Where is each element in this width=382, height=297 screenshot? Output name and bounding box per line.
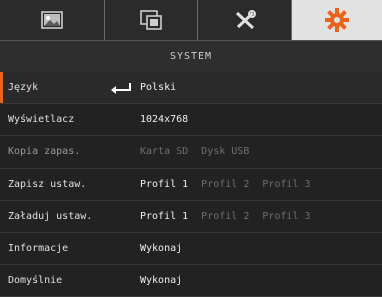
menu-row-label: Załaduj ustaw. (8, 210, 93, 222)
display-settings-icon (140, 10, 162, 30)
option-group: Profil 1 Profil 2 Profil 3 (140, 211, 311, 222)
menu-row[interactable]: Załaduj ustaw. Profil 1 Profil 2 Profil 3 (0, 200, 382, 233)
menu-row-label: Domyślnie (8, 275, 63, 287)
option-value[interactable]: 1024x768 (140, 114, 188, 125)
menu-row[interactable]: Wyświetlacz 1024x768 (0, 104, 382, 137)
tab-bar (0, 0, 382, 40)
menu-row[interactable]: Język Polski (0, 72, 382, 105)
option-group: 1024x768 (140, 114, 188, 125)
option-group: Karta SD Dysk USB (140, 146, 249, 157)
option-value[interactable]: Profil 2 (201, 211, 249, 222)
option-value[interactable]: Wykonaj (140, 243, 182, 254)
option-value[interactable]: Profil 3 (262, 179, 310, 190)
option-value[interactable]: Profil 3 (262, 211, 310, 222)
menu-row-label: Kopia zapas. (8, 146, 81, 158)
option-group: Polski (140, 82, 176, 93)
tab-display[interactable] (105, 0, 198, 40)
option-value[interactable]: Profil 2 (201, 179, 249, 190)
menu-row-label: Język (8, 82, 39, 94)
tab-image[interactable] (0, 0, 105, 40)
option-value[interactable]: Profil 1 (140, 211, 188, 222)
menu-row-label: Informacje (8, 243, 69, 255)
menu-row-label: Zapisz ustaw. (8, 178, 87, 190)
option-value[interactable]: Polski (140, 82, 176, 93)
osd-menu: SYSTEM Język Polski Wyświetlacz 1024x768 Kop… (0, 0, 382, 297)
tab-system[interactable] (292, 0, 382, 40)
option-value[interactable]: Wykonaj (140, 275, 182, 286)
option-value: Karta SD (140, 146, 189, 158)
settings-list: Język Polski Wyświetlacz 1024x768 Kopia zapa… (0, 72, 382, 297)
menu-row[interactable]: Domyślnie Wykonaj (0, 265, 382, 297)
image-icon (41, 11, 63, 29)
option-group: Wykonaj (140, 243, 182, 254)
tools-icon (235, 10, 256, 30)
menu-row-label: Wyświetlacz (8, 114, 75, 126)
enter-icon (111, 83, 131, 94)
menu-row[interactable]: Zapisz ustaw. Profil 1 Profil 2 Profil 3 (0, 168, 382, 201)
menu-row[interactable]: Informacje Wykonaj (0, 232, 382, 266)
menu-row[interactable]: Kopia zapas. Karta SD Dysk USB (0, 136, 382, 169)
option-group: Wykonaj (140, 275, 182, 286)
page-title: SYSTEM (0, 40, 382, 72)
option-value: Dysk USB (201, 146, 250, 158)
option-value[interactable]: Profil 1 (140, 179, 188, 190)
tab-tools[interactable] (198, 0, 292, 40)
option-group: Profil 1 Profil 2 Profil 3 (140, 179, 311, 190)
gear-icon (325, 8, 349, 32)
